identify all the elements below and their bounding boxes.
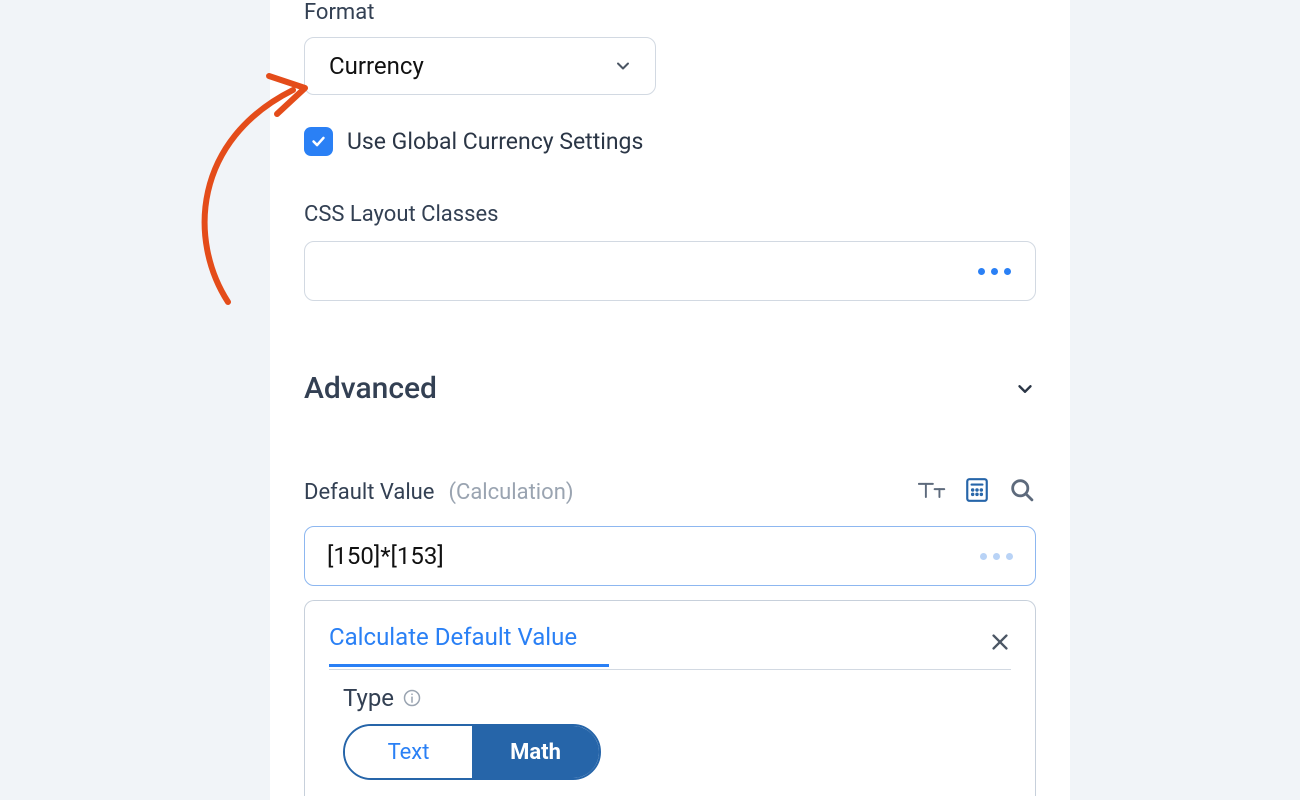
chevron-down-icon: [1014, 378, 1036, 400]
type-option-math[interactable]: Math: [472, 726, 599, 778]
check-icon: [310, 133, 327, 150]
format-select-value: Currency: [329, 52, 424, 80]
format-select[interactable]: Currency: [304, 37, 656, 95]
default-value-text: [150]*[153]: [327, 542, 444, 570]
chevron-down-icon: [613, 56, 633, 76]
more-icon[interactable]: [980, 553, 1013, 560]
close-icon[interactable]: [989, 631, 1011, 657]
tab-calculate-default-value[interactable]: Calculate Default Value: [329, 623, 577, 665]
default-value-note: (Calculation): [448, 480, 573, 505]
more-icon[interactable]: [978, 268, 1011, 275]
advanced-section-toggle[interactable]: Advanced: [304, 371, 1036, 406]
type-label: Type: [343, 684, 1011, 712]
default-value-label: Default Value: [304, 480, 434, 505]
use-global-currency-checkbox[interactable]: [304, 127, 333, 156]
search-icon[interactable]: [1008, 476, 1036, 508]
format-label: Format: [304, 0, 1036, 25]
type-option-text[interactable]: Text: [345, 726, 472, 778]
default-value-input[interactable]: [150]*[153]: [304, 526, 1036, 586]
calculate-panel: Calculate Default Value Type T: [304, 600, 1036, 796]
calculator-icon[interactable]: [964, 477, 990, 507]
advanced-title: Advanced: [304, 371, 437, 406]
default-value-heading: Default Value (Calculation): [304, 480, 574, 505]
css-classes-input[interactable]: [304, 241, 1036, 301]
css-classes-label: CSS Layout Classes: [304, 202, 1036, 227]
use-global-currency-row: Use Global Currency Settings: [304, 127, 1036, 156]
type-toggle: Text Math: [343, 724, 601, 780]
text-style-icon[interactable]: [918, 478, 946, 506]
use-global-currency-label: Use Global Currency Settings: [347, 128, 643, 155]
info-icon[interactable]: [402, 688, 422, 708]
settings-panel: Format Currency Use Global Currency Sett…: [270, 0, 1070, 800]
